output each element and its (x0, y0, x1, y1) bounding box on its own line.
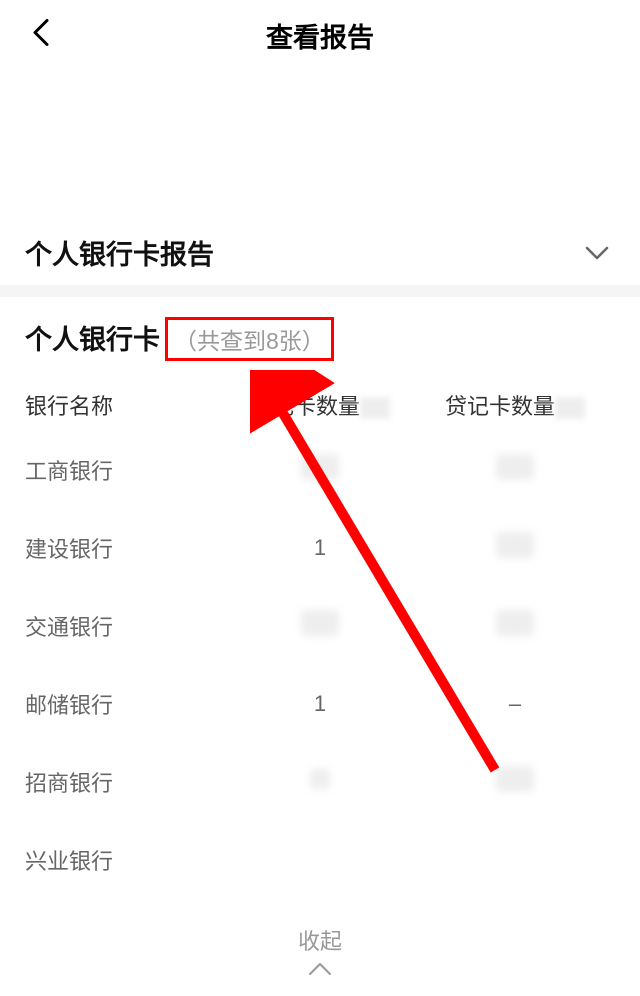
column-header-credit: 贷记卡数量 (415, 389, 615, 421)
censored-blur (310, 769, 330, 789)
collapse-button[interactable]: 收起 (25, 924, 615, 982)
section-title: 个人银行卡报告 (25, 233, 214, 272)
censored-blur (301, 610, 339, 636)
nav-bar: 查看报告 (0, 0, 640, 70)
censored-blur (496, 610, 534, 636)
censored-blur (496, 766, 534, 792)
column-header-name: 银行名称 (25, 389, 225, 421)
bank-name: 交通银行 (25, 610, 225, 642)
credit-value (415, 766, 615, 798)
table-row: 工商银行 (25, 431, 615, 509)
bank-name: 招商银行 (25, 766, 225, 798)
report-section-header[interactable]: 个人银行卡报告 (0, 220, 640, 285)
censored-blur (496, 454, 534, 480)
debit-value: 1 (225, 691, 415, 717)
card-count-highlight: （共查到8张） (165, 317, 334, 361)
censored-blur (555, 397, 585, 419)
censored-blur (301, 454, 339, 480)
card-section-title: 个人银行卡 （共查到8张） (25, 317, 615, 361)
back-button[interactable] (30, 18, 52, 53)
credit-value: – (415, 691, 615, 717)
credit-value (415, 610, 615, 642)
debit-value: 1 (225, 535, 415, 561)
debit-value (225, 454, 415, 486)
table-row: 兴业银行 (25, 821, 615, 899)
bank-name: 兴业银行 (25, 844, 225, 876)
divider (0, 285, 640, 297)
table-row: 建设银行 1 (25, 509, 615, 587)
debit-value (225, 769, 415, 795)
credit-value (415, 532, 615, 564)
chevron-left-icon (30, 18, 52, 48)
card-title: 个人银行卡 (25, 318, 160, 357)
bank-name: 建设银行 (25, 532, 225, 564)
page-title: 查看报告 (25, 16, 615, 55)
card-count-text: （共查到8张） (174, 328, 325, 354)
table-row: 邮储银行 1 – (25, 665, 615, 743)
chevron-up-icon (307, 961, 333, 977)
table-row: 招商银行 (25, 743, 615, 821)
card-section: 个人银行卡 （共查到8张） 银行名称 借记卡数量 贷记卡数量 工商银行 建设银行… (0, 297, 640, 982)
table-row: 交通银行 (25, 587, 615, 665)
table-header: 银行名称 借记卡数量 贷记卡数量 (25, 389, 615, 431)
collapse-label: 收起 (25, 924, 615, 956)
bank-name: 邮储银行 (25, 688, 225, 720)
debit-value (225, 610, 415, 642)
censored-blur (496, 532, 534, 558)
column-header-debit: 借记卡数量 (225, 389, 415, 421)
bank-name: 工商银行 (25, 454, 225, 486)
credit-value (415, 454, 615, 486)
censored-blur (360, 397, 390, 419)
chevron-down-icon (584, 245, 610, 261)
